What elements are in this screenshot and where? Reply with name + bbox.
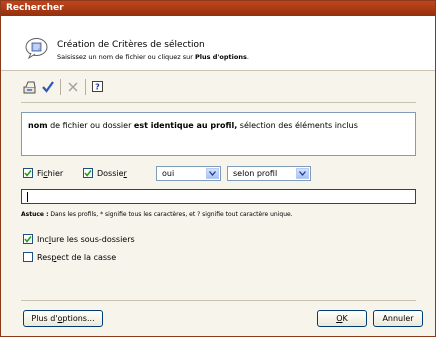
tip-text: Astuce : Dans les profils, * signifie to… (21, 211, 293, 218)
more-options-button[interactable]: Plus d' o ptions... (23, 310, 103, 327)
file-checkbox[interactable] (23, 168, 33, 178)
file-checkbox-row[interactable]: Fichier (23, 168, 63, 178)
mode-select[interactable]: selon profil (227, 166, 311, 181)
dialog-titlebar: Rechercher (1, 1, 435, 16)
criteria-description[interactable]: nom de fichier ou dossier est identique … (21, 112, 416, 156)
match-select-value: oui (162, 169, 175, 178)
folder-checkbox-label: Dossier (97, 168, 127, 178)
help-icon[interactable]: ? (89, 77, 107, 97)
match-case-row[interactable]: Respect de la casse (23, 252, 116, 262)
toolbar-divider (85, 79, 86, 95)
include-subfolders-row[interactable]: Inclure les sous-dossiers (23, 234, 135, 244)
dialog-header: Création de Critères de sélection Saisis… (1, 16, 435, 70)
open-icon[interactable] (21, 77, 39, 97)
footer-divider (21, 300, 416, 301)
search-dialog: Rechercher Création de Critères de sélec… (0, 0, 436, 337)
dialog-title: Rechercher (6, 3, 64, 13)
cancel-button[interactable]: Annuler (373, 310, 423, 327)
file-checkbox-label: Fichier (37, 168, 64, 178)
mode-select-value: selon profil (233, 169, 278, 178)
criteria-toolbar: ? (21, 77, 221, 99)
chevron-down-icon[interactable] (206, 168, 219, 179)
svg-text:?: ? (95, 83, 100, 92)
include-subfolders-checkbox[interactable] (23, 234, 33, 244)
match-case-label: Respect de la casse (37, 252, 117, 262)
checkmark-icon[interactable] (39, 77, 57, 97)
toolbar-divider-line (21, 102, 416, 103)
header-subtitle: Saisissez un nom de fichier ou cliquez s… (57, 53, 249, 61)
folder-checkbox[interactable] (83, 168, 93, 178)
include-subfolders-label: Inclure les sous-dossiers (37, 234, 135, 244)
wizard-speech-icon (25, 37, 48, 60)
header-title: Création de Critères de sélection (57, 40, 205, 50)
ok-button[interactable]: OK (317, 310, 367, 327)
pattern-input[interactable] (21, 189, 416, 204)
match-case-checkbox[interactable] (23, 252, 33, 262)
delete-icon[interactable] (64, 77, 82, 97)
header-divider (1, 70, 435, 71)
folder-checkbox-row[interactable]: Dossier (83, 168, 127, 178)
match-select[interactable]: oui (156, 166, 221, 181)
text-caret (27, 192, 28, 202)
toolbar-divider (60, 79, 61, 95)
chevron-down-icon[interactable] (296, 168, 309, 179)
